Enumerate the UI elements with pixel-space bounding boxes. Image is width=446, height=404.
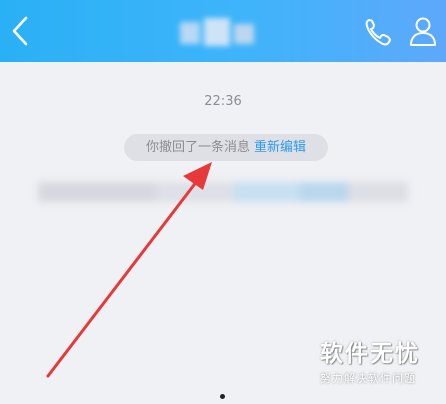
watermark-title: 软件无忧 (320, 341, 420, 367)
site-watermark: 软件无忧 努力解决软件问题 (320, 340, 428, 396)
watermark-subtitle: 努力解决软件问题 (320, 372, 416, 385)
page-indicator-dot (220, 394, 225, 399)
